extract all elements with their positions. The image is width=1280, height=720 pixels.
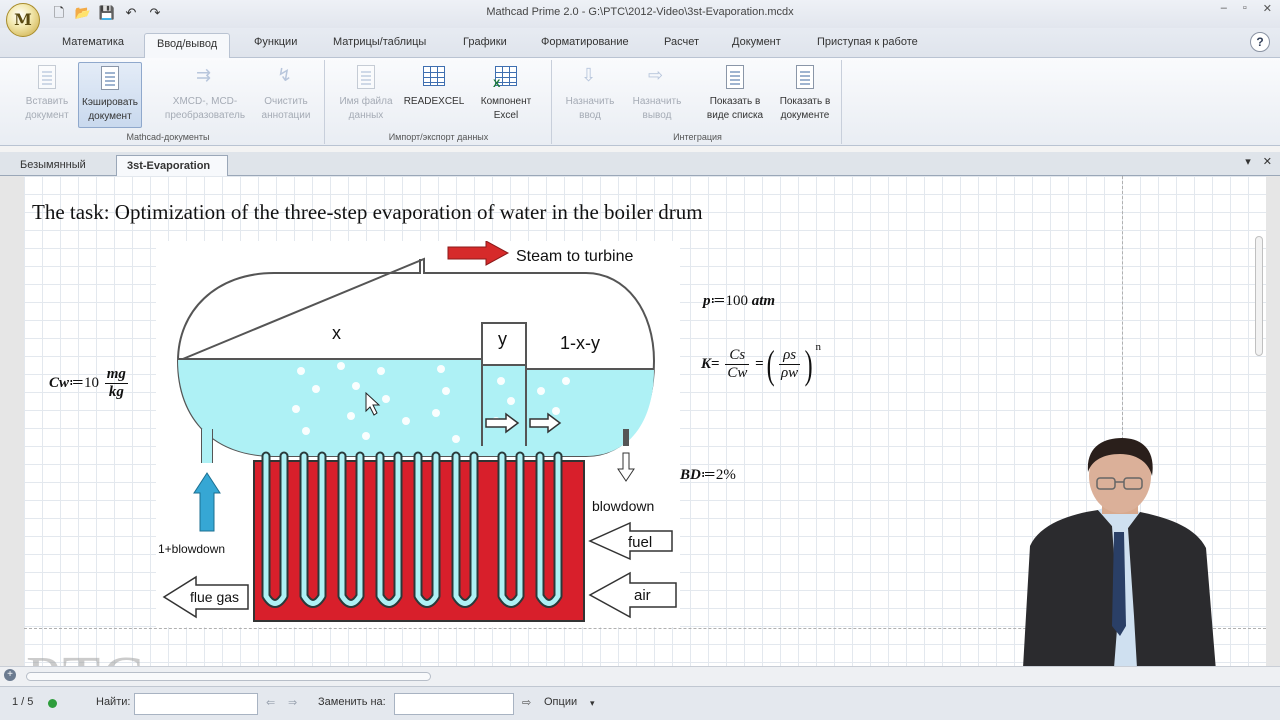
- group-label-import-export: Импорт/экспорт данных: [388, 132, 489, 142]
- label-flue-gas: flue gas: [190, 589, 239, 605]
- replace-label: Заменить на:: [318, 696, 386, 708]
- label-y: y: [498, 329, 507, 349]
- label-1-x-y: 1-x-y: [560, 333, 600, 353]
- clear-annotations-button[interactable]: ↯ Очистить аннотации: [252, 62, 320, 128]
- find-prev-icon[interactable]: ⇐: [266, 696, 275, 709]
- options-button[interactable]: Опции: [544, 696, 577, 708]
- math-region-p[interactable]: p≔100 atm: [703, 291, 775, 310]
- readexcel-button[interactable]: READEXCEL: [402, 62, 466, 128]
- label-1-plus-blowdown: 1+blowdown: [158, 542, 225, 556]
- doc-tab-controls: ▾ ✕: [1245, 155, 1272, 168]
- converter-icon: ⇉: [196, 65, 212, 85]
- list-view-icon: [720, 64, 750, 92]
- tab-calculation[interactable]: Расчет: [664, 36, 699, 48]
- boiler-drum-svg: Steam to turbine x y 1-x-y 1+blowdown bl…: [156, 241, 680, 627]
- find-input[interactable]: [134, 693, 258, 715]
- doc-tab-untitled[interactable]: Безымянный: [10, 155, 96, 176]
- status-indicator-icon: [48, 699, 57, 708]
- data-filename-button[interactable]: Имя файла данных: [334, 62, 398, 128]
- close-window-icon[interactable]: ✕: [1263, 2, 1272, 15]
- assign-input-button[interactable]: ⇩ Назначить ввод: [558, 62, 622, 128]
- group-import-export: Имя файла данных READEXCEL X Компонент E…: [326, 60, 552, 144]
- mathcad-window: M 🗋 📂 💾 ↶ ↷ Mathcad Prime 2.0 - G:\PTC\2…: [0, 0, 1280, 720]
- window-title: Mathcad Prime 2.0 - G:\PTC\2012-Video\3s…: [486, 6, 794, 18]
- math-region-cw[interactable]: Cw≔10 mg kg: [49, 366, 130, 401]
- document-view-icon: [790, 64, 820, 92]
- assign-output-icon: ⇨: [648, 65, 664, 85]
- excel-component-button[interactable]: X Компонент Excel: [470, 62, 542, 128]
- boiler-drum-diagram[interactable]: Steam to turbine x y 1-x-y 1+blowdown bl…: [156, 241, 680, 627]
- insert-document-icon: [32, 64, 62, 92]
- replace-input[interactable]: [394, 693, 514, 715]
- cache-document-icon: [95, 65, 125, 93]
- zoom-plus-icon[interactable]: +: [4, 669, 16, 681]
- math-region-bd[interactable]: BD≔2%: [680, 465, 736, 484]
- excel-icon: X: [491, 64, 521, 92]
- label-blowdown: blowdown: [592, 498, 654, 514]
- window-controls: – ▫ ✕: [1221, 2, 1272, 15]
- tab-matrices-tables[interactable]: Матрицы/таблицы: [333, 36, 426, 48]
- group-label-mathcad-documents: Mathcad-документы: [126, 132, 210, 142]
- label-x: x: [332, 323, 341, 343]
- ribbon-panel: Вставить документ Кэшировать документ ⇉ …: [0, 58, 1280, 146]
- horizontal-scroll-thumb[interactable]: [26, 672, 431, 681]
- close-document-icon[interactable]: ✕: [1263, 155, 1272, 168]
- label-fuel: fuel: [628, 534, 652, 551]
- title-bar: M 🗋 📂 💾 ↶ ↷ Mathcad Prime 2.0 - G:\PTC\2…: [0, 0, 1280, 37]
- label-steam-to-turbine: Steam to turbine: [516, 248, 634, 265]
- replace-icon[interactable]: ⇨: [522, 696, 531, 709]
- insert-document-button[interactable]: Вставить документ: [16, 62, 78, 128]
- xmcd-converter-button[interactable]: ⇉ XMCD-, MCD-преобразователь: [162, 62, 248, 128]
- tab-list-dropdown-icon[interactable]: ▾: [1245, 155, 1251, 168]
- task-text-region[interactable]: The task: Optimization of the three-step…: [32, 200, 703, 225]
- options-dropdown-icon[interactable]: ▾: [590, 698, 595, 709]
- maximize-icon[interactable]: ▫: [1243, 2, 1247, 15]
- group-mathcad-documents: Вставить документ Кэшировать документ ⇉ …: [12, 60, 325, 144]
- assign-input-icon: ⇩: [581, 65, 597, 85]
- find-replace-bar: 1 / 5 Найти: ⇐ ⇒ Заменить на: ⇨ Опции ▾: [0, 686, 1280, 720]
- spreadsheet-icon: [419, 64, 449, 92]
- tab-document[interactable]: Документ: [732, 36, 781, 48]
- doc-tab-3st-evaporation[interactable]: 3st-Evaporation: [116, 155, 228, 176]
- help-button[interactable]: ?: [1250, 32, 1270, 52]
- horizontal-scrollbar[interactable]: +: [0, 666, 1280, 686]
- tab-math[interactable]: Математика: [62, 36, 124, 48]
- page-indicator: 1 / 5: [12, 696, 34, 708]
- group-integration: ⇩ Назначить ввод ⇨ Назначить вывод Показ…: [554, 60, 842, 144]
- label-air: air: [634, 587, 651, 604]
- vertical-scroll-thumb[interactable]: [1255, 236, 1263, 356]
- tab-input-output[interactable]: Ввод/вывод: [144, 33, 231, 59]
- show-in-document-button[interactable]: Показать в документе: [772, 62, 838, 128]
- assign-output-button[interactable]: ⇨ Назначить вывод: [624, 62, 690, 128]
- clear-annotations-icon: ↯: [277, 65, 293, 85]
- find-label: Найти:: [96, 696, 131, 708]
- data-file-icon: [351, 64, 381, 92]
- document-tab-bar: Безымянный 3st-Evaporation ▾ ✕: [0, 152, 1280, 176]
- app-logo-button[interactable]: M: [6, 3, 40, 37]
- tab-formatting[interactable]: Форматирование: [541, 36, 629, 48]
- tab-getting-started[interactable]: Приступая к работе: [817, 36, 918, 48]
- math-region-k[interactable]: K= Cs Cw =(ρs ρw) n: [701, 341, 821, 385]
- tab-plots[interactable]: Графики: [463, 36, 507, 48]
- ribbon-tab-bar: Математика Ввод/вывод Функции Матрицы/та…: [0, 28, 1280, 59]
- group-label-integration: Интеграция: [673, 132, 722, 142]
- minimize-icon[interactable]: –: [1221, 2, 1227, 15]
- find-next-icon[interactable]: ⇒: [288, 696, 297, 709]
- show-as-list-button[interactable]: Показать в виде списка: [700, 62, 770, 128]
- tab-functions[interactable]: Функции: [254, 36, 297, 48]
- cache-document-button[interactable]: Кэшировать документ: [78, 62, 142, 128]
